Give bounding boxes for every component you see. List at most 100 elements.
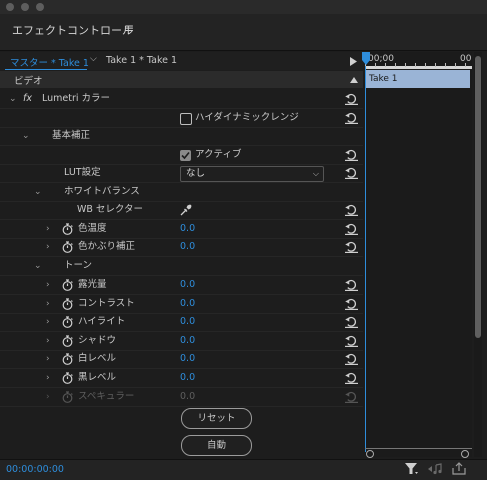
reset-button[interactable]: リセット xyxy=(181,408,252,429)
collapse-chevron-icon[interactable]: ⌄ xyxy=(22,127,30,145)
param-label: 色かぶり補正 xyxy=(78,241,136,252)
zoom-handle-left[interactable] xyxy=(366,450,374,458)
expand-chevron-icon[interactable]: › xyxy=(46,388,50,406)
tab-sequence-clip[interactable]: Take 1 * Take 1 xyxy=(106,55,177,66)
param-row: LUT設定 なし ⌵ xyxy=(0,164,363,182)
basic-correction-label: 基本補正 xyxy=(52,130,91,141)
expand-chevron-icon[interactable]: › xyxy=(46,220,50,238)
expand-chevron-icon[interactable]: › xyxy=(46,276,50,294)
wb-selector-reset-icon[interactable] xyxy=(345,204,358,216)
row-divider xyxy=(0,405,363,407)
eyedropper-icon[interactable] xyxy=(180,204,192,216)
panel-menu-icon[interactable]: ≡ xyxy=(124,21,134,35)
param-reset-icon[interactable] xyxy=(345,241,358,253)
expand-chevron-icon[interactable]: › xyxy=(46,369,50,387)
time-ruler-ticks xyxy=(365,63,472,67)
hdr-checkbox[interactable] xyxy=(180,113,192,125)
param-row: WB セレクター xyxy=(0,201,363,219)
param-row: ⌄ ホワイトバランス xyxy=(0,183,363,201)
param-reset-icon[interactable] xyxy=(345,279,358,291)
param-value[interactable]: 0.0 xyxy=(180,220,195,238)
param-reset-icon[interactable] xyxy=(345,391,358,403)
current-timecode[interactable]: 00:00:00:00 xyxy=(6,464,64,475)
hdr-reset-icon[interactable] xyxy=(345,112,358,124)
close-window-button[interactable] xyxy=(6,3,14,11)
chevron-down-icon: ⌵ xyxy=(312,169,319,178)
param-value[interactable]: 0.0 xyxy=(180,276,195,294)
fx-badge[interactable]: fx xyxy=(23,90,32,108)
param-row: ⌄ 基本補正 xyxy=(0,127,363,145)
param-value[interactable]: 0.0 xyxy=(180,313,195,331)
stopwatch-icon[interactable] xyxy=(62,353,73,366)
stopwatch-icon[interactable] xyxy=(62,297,73,310)
param-value[interactable]: 0.0 xyxy=(180,369,195,387)
param-label: 黒レベル xyxy=(78,372,117,383)
param-reset-icon[interactable] xyxy=(345,223,358,235)
param-reset-icon[interactable] xyxy=(345,335,358,347)
video-section-header xyxy=(0,71,363,88)
expand-chevron-icon[interactable]: › xyxy=(46,238,50,256)
collapse-chevron-icon[interactable]: ⌄ xyxy=(9,90,17,108)
param-label: 白レベル xyxy=(78,353,117,365)
param-label: シャドウ xyxy=(78,334,117,346)
tone-label: トーン xyxy=(64,260,93,271)
tab-master-clip[interactable]: マスター * Take 1 xyxy=(10,55,89,69)
stopwatch-icon[interactable] xyxy=(62,241,73,253)
minimize-window-button[interactable] xyxy=(21,3,29,11)
effect-name: Lumetri カラー xyxy=(42,93,111,104)
scrollbar-thumb[interactable] xyxy=(475,56,481,338)
filter-icon[interactable] xyxy=(405,463,419,475)
collapse-chevron-icon[interactable]: ⌄ xyxy=(34,257,42,275)
param-reset-icon[interactable] xyxy=(345,298,358,310)
playhead-line xyxy=(365,66,366,452)
param-row: ⌄ トーン xyxy=(0,257,363,275)
export-icon[interactable] xyxy=(452,462,466,475)
expand-chevron-icon[interactable]: › xyxy=(46,295,50,313)
playhead-icon[interactable] xyxy=(361,52,371,66)
param-row: ⌄ fx Lumetri カラー xyxy=(0,90,363,108)
wb-selector-label: WB セレクター xyxy=(77,204,144,215)
expand-chevron-icon[interactable]: › xyxy=(46,350,50,368)
effect-reset-icon[interactable] xyxy=(345,93,358,105)
param-row: › 色かぶり補正 0.0 xyxy=(0,238,363,256)
chevron-down-icon[interactable]: ⌵ xyxy=(90,54,97,64)
param-row: アクティブ xyxy=(0,146,363,164)
audio-loop-icon[interactable] xyxy=(427,463,443,475)
param-value[interactable]: 0.0 xyxy=(180,388,195,406)
lut-select[interactable]: なし ⌵ xyxy=(180,166,324,182)
zoom-handle-right[interactable] xyxy=(461,450,469,458)
clip-bar-label: Take 1 xyxy=(369,74,398,84)
param-value[interactable]: 0.0 xyxy=(180,295,195,313)
lut-label: LUT設定 xyxy=(64,167,101,178)
zoom-window-button[interactable] xyxy=(36,3,44,11)
stopwatch-icon[interactable] xyxy=(62,279,73,291)
param-row: › 白レベル 0.0 xyxy=(0,350,363,368)
param-label: スペキュラー xyxy=(78,390,135,402)
param-value[interactable]: 0.0 xyxy=(180,332,195,350)
param-row: › スペキュラー 0.0 xyxy=(0,388,363,406)
collapse-triangle-icon[interactable] xyxy=(350,77,358,83)
param-row: ハイダイナミックレンジ xyxy=(0,109,363,127)
param-value[interactable]: 0.0 xyxy=(180,238,195,256)
lut-reset-icon[interactable] xyxy=(345,167,358,179)
active-reset-icon[interactable] xyxy=(345,149,358,161)
expand-chevron-icon[interactable]: › xyxy=(46,313,50,331)
stopwatch-icon[interactable] xyxy=(62,372,73,384)
expand-chevron-icon[interactable]: › xyxy=(46,332,50,350)
active-checkbox[interactable] xyxy=(180,150,191,161)
panel-title[interactable]: エフェクトコントロール xyxy=(12,22,133,38)
collapse-chevron-icon[interactable]: ⌄ xyxy=(34,183,42,201)
stopwatch-icon[interactable] xyxy=(62,316,73,329)
param-value[interactable]: 0.0 xyxy=(180,350,195,368)
stopwatch-icon[interactable] xyxy=(62,390,73,403)
param-reset-icon[interactable] xyxy=(345,353,358,366)
stopwatch-icon[interactable] xyxy=(62,335,73,347)
play-triangle-icon[interactable] xyxy=(350,57,357,66)
auto-button[interactable]: 自動 xyxy=(181,435,252,456)
timeline-area[interactable] xyxy=(365,52,472,457)
window-titlebar xyxy=(0,0,487,14)
timeline-zoom-track xyxy=(365,448,472,449)
stopwatch-icon[interactable] xyxy=(62,223,73,235)
param-reset-icon[interactable] xyxy=(345,316,358,329)
param-reset-icon[interactable] xyxy=(345,372,358,384)
